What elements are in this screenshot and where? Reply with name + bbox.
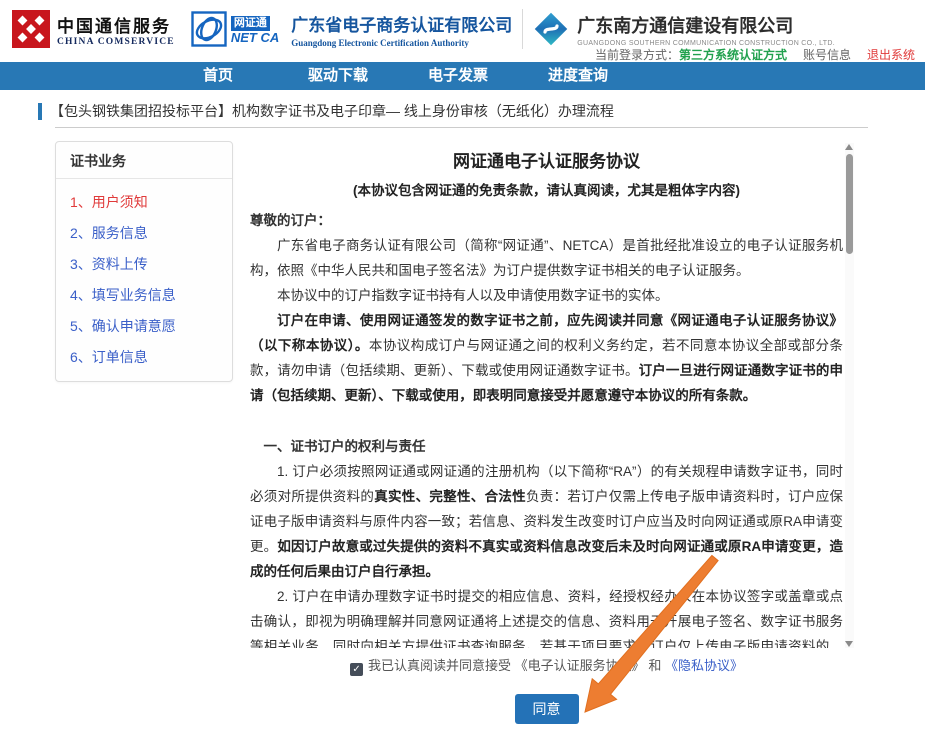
agreement-paragraph: 订户在申请、使用网证通签发的数字证书之前，应先阅读并同意《网证通电子认证服务协议… [250, 308, 843, 408]
header-divider [522, 9, 523, 49]
scrollbar-down-arrow-icon[interactable] [845, 641, 853, 647]
nav-item-progress-query[interactable]: 进度查询 [518, 62, 638, 90]
agreement-scroll-area[interactable]: 网证通电子认证服务协议 (本协议包含网证通的免责条款，请认真阅读，尤其是粗体字内… [250, 141, 843, 648]
nav-items: 首页 驱动下载 电子发票 进度查询 [158, 62, 638, 90]
logout-link[interactable]: 退出系统 [867, 46, 915, 63]
privacy-agreement-link[interactable]: 《隐私协议》 [665, 658, 743, 673]
netca-logo: 网证通 NET CA [191, 11, 279, 47]
consent-checkbox[interactable]: ✓ [350, 663, 363, 676]
sidebar-list: 1、用户须知 2、服务信息 3、资料上传 4、填写业务信息 5、确认申请意愿 6… [56, 179, 232, 381]
netca-text: 网证通 NET CA [231, 13, 279, 45]
agreement-body: 尊敬的订户： 广东省电子商务认证有限公司（简称“网证通”、NETCA）是首批经批… [250, 208, 843, 648]
scrollbar [845, 143, 854, 648]
china-comservice-text: 中国通信服务 CHINA COMSERVICE [57, 12, 175, 47]
china-comservice-icon [12, 10, 50, 48]
china-comservice-en: CHINA COMSERVICE [57, 37, 175, 47]
nav-item-e-invoice[interactable]: 电子发票 [398, 62, 518, 90]
agreement-paragraph: 2. 订户在申请办理数字证书时提交的相应信息、资料，经授权经办人在本协议签字或盖… [250, 584, 843, 648]
netca-icon [191, 11, 227, 47]
gdca-logo: 广东省电子商务认证有限公司 Guangdong Electronic Certi… [291, 11, 512, 48]
china-comservice-cn: 中国通信服务 [57, 12, 175, 37]
gdca-cn: 广东省电子商务认证有限公司 [291, 11, 512, 36]
nav-item-driver-download[interactable]: 驱动下载 [278, 62, 398, 90]
page: 中国通信服务 CHINA COMSERVICE 网证通 NET CA 广东省电子… [0, 0, 925, 753]
sidebar-item-upload[interactable]: 3、资料上传 [56, 248, 232, 279]
agreement-bold-segment: 真实性、完整性、合法性 [374, 489, 526, 504]
breadcrumb-text: 【包头钢铁集团招投标平台】机构数字证书及电子印章— 线上身份审核（无纸化）办理流… [50, 101, 614, 121]
scrollbar-up-arrow-icon[interactable] [845, 144, 853, 150]
service-agreement-link[interactable]: 《电子认证服务协议》 [515, 658, 645, 673]
consent-label: 我已认真阅读并同意接受 [368, 658, 511, 673]
agreement-title: 网证通电子认证服务协议 [250, 141, 843, 174]
gdca-en: Guangdong Electronic Certification Autho… [291, 38, 512, 48]
sidebar-item-user-notice[interactable]: 1、用户须知 [56, 186, 232, 217]
sidebar-item-service-info[interactable]: 2、服务信息 [56, 217, 232, 248]
gscc-icon [531, 9, 571, 49]
login-status-row: 当前登录方式：第三方系统认证方式 账号信息 退出系统 [595, 46, 915, 63]
login-method-value: 第三方系统认证方式 [679, 48, 787, 62]
sidebar-cert-business: 证书业务 1、用户须知 2、服务信息 3、资料上传 4、填写业务信息 5、确认申… [55, 141, 233, 382]
gscc-text: 广东南方通信建设有限公司 GUANGDONG SOUTHERN COMMUNIC… [577, 12, 835, 47]
breadcrumb-divider [55, 127, 868, 128]
logo-row: 中国通信服务 CHINA COMSERVICE 网证通 NET CA 广东省电子… [12, 9, 835, 49]
main-nav: 首页 驱动下载 电子发票 进度查询 [0, 62, 925, 90]
agree-button-row: 同意 [250, 694, 843, 724]
sidebar-item-order-info[interactable]: 6、订单信息 [56, 341, 232, 372]
agreement-spacer [250, 408, 843, 434]
agreement-subtitle: (本协议包含网证通的免责条款，请认真阅读，尤其是粗体字内容) [250, 178, 843, 203]
agreement-paragraph: 本协议中的订户指数字证书持有人以及申请使用数字证书的实体。 [250, 283, 843, 308]
agreement-section-title: 一、证书订户的权利与责任 [250, 434, 843, 459]
sidebar-item-confirm-intent[interactable]: 5、确认申请意愿 [56, 310, 232, 341]
agreement-paragraph: 1. 订户必须按照网证通或网证通的注册机构（以下简称“RA”）的有关规程申请数字… [250, 459, 843, 584]
sidebar-title: 证书业务 [56, 142, 232, 179]
agreement-salutation: 尊敬的订户： [250, 208, 843, 233]
account-info-link[interactable]: 账号信息 [803, 46, 851, 63]
nav-item-home[interactable]: 首页 [158, 62, 278, 90]
consent-row: ✓ 我已认真阅读并同意接受 《电子认证服务协议》 和 《隐私协议》 [250, 655, 843, 676]
agree-button[interactable]: 同意 [515, 694, 579, 724]
scrollbar-thumb[interactable] [846, 154, 853, 254]
and-text: 和 [648, 658, 661, 673]
breadcrumb-accent-bar [38, 103, 42, 120]
netca-en: NET CA [231, 31, 279, 45]
netca-cn: 网证通 [231, 16, 270, 31]
header: 中国通信服务 CHINA COMSERVICE 网证通 NET CA 广东省电子… [0, 0, 925, 62]
sidebar-item-business-info[interactable]: 4、填写业务信息 [56, 279, 232, 310]
agreement-paragraph: 广东省电子商务认证有限公司（简称“网证通”、NETCA）是首批经批准设立的电子认… [250, 233, 843, 283]
breadcrumb: 【包头钢铁集团招投标平台】机构数字证书及电子印章— 线上身份审核（无纸化）办理流… [38, 101, 614, 121]
gscc-logo: 广东南方通信建设有限公司 GUANGDONG SOUTHERN COMMUNIC… [531, 9, 835, 49]
agreement-bold-segment: 如因订户故意或过失提供的资料不真实或资料信息改变后未及时向网证通或原RA申请变更… [250, 539, 843, 579]
gscc-cn: 广东南方通信建设有限公司 [577, 12, 835, 38]
china-comservice-logo: 中国通信服务 CHINA COMSERVICE [12, 10, 175, 48]
login-method-label: 当前登录方式：第三方系统认证方式 [595, 46, 787, 63]
